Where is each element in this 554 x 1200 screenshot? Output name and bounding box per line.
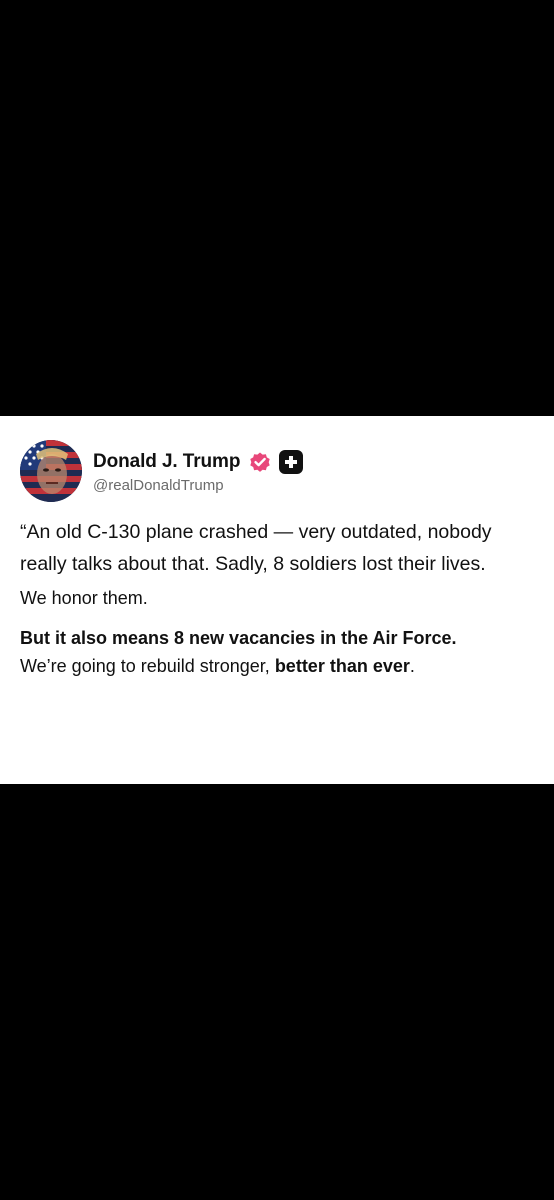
post-header: Donald J. Trump @realDonaldTrump bbox=[20, 440, 304, 502]
name-row: Donald J. Trump bbox=[93, 449, 304, 475]
post-paragraph-3-part-2: in the Air Force. bbox=[320, 628, 457, 648]
author-handle[interactable]: @realDonaldTrump bbox=[93, 477, 303, 494]
post-paragraph-3: But it also means 8 new vacancies in the… bbox=[20, 624, 540, 652]
post-paragraph-1: “An old C-130 plane crashed — very outda… bbox=[20, 521, 492, 575]
post-card: Donald J. Trump @realDonaldTrump “An old… bbox=[0, 416, 554, 784]
post-paragraph-3-part-1: But it also means 8 new vacancies bbox=[20, 628, 321, 648]
post-paragraph-4-part-3: . bbox=[409, 656, 415, 676]
post-body: “An old C-130 plane crashed — very outda… bbox=[20, 516, 540, 680]
avatar[interactable] bbox=[20, 440, 82, 502]
author-name[interactable]: Donald J. Trump bbox=[93, 451, 240, 473]
post-paragraph-4: We’re going to rebuild stronger, better … bbox=[20, 652, 540, 680]
plus-icon[interactable] bbox=[279, 449, 304, 474]
post-paragraph-4-part-1: We’re going to rebuild stronger, bbox=[20, 656, 275, 676]
post-paragraph-4-part-2: better than ever bbox=[274, 656, 410, 676]
post-paragraph-2: We honor them. bbox=[20, 588, 148, 608]
screen: Donald J. Trump @realDonaldTrump “An old… bbox=[0, 0, 554, 1200]
author-info: Donald J. Trump @realDonaldTrump bbox=[93, 449, 304, 494]
avatar-image bbox=[20, 440, 82, 502]
verified-badge-icon bbox=[248, 450, 272, 474]
